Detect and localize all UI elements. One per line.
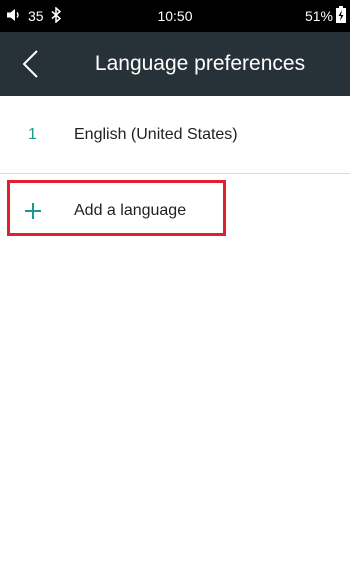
app-bar: Language preferences: [0, 32, 350, 96]
language-order-number: 1: [28, 126, 37, 143]
status-time: 10:50: [157, 8, 193, 24]
battery-percent: 51%: [304, 8, 333, 24]
language-item-english[interactable]: 1 English (United States): [0, 97, 350, 174]
plus-icon: [22, 200, 44, 222]
add-language-label: Add a language: [74, 202, 187, 219]
battery-charging-icon: [336, 6, 346, 26]
language-name: English (United States): [74, 126, 238, 143]
back-button[interactable]: [14, 46, 50, 82]
add-language-button[interactable]: Add a language: [0, 173, 350, 249]
page-title: Language preferences: [94, 52, 306, 75]
back-arrow-icon: [22, 50, 38, 78]
status-bar: 35 10:50 51%: [0, 0, 350, 32]
status-right: 51%: [305, 0, 346, 32]
